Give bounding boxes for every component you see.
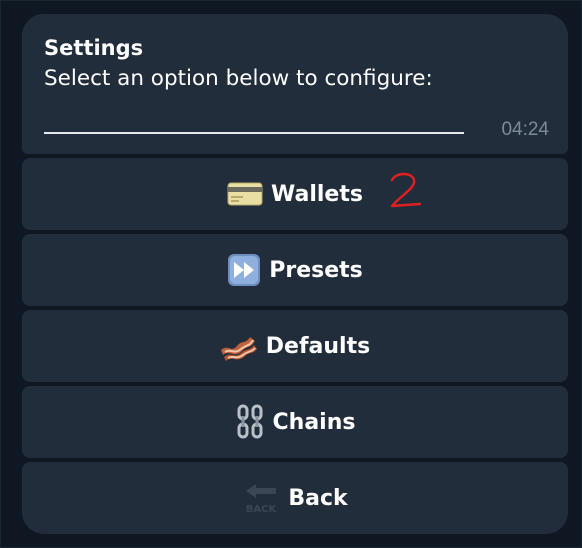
message-divider [44, 132, 464, 134]
message-text: Select an option below to configure: [44, 66, 433, 91]
settings-message: Settings Select an option below to confi… [22, 14, 568, 154]
defaults-button[interactable]: Defaults [22, 310, 568, 382]
credit-card-icon [227, 181, 263, 207]
annotation-scribble [386, 170, 426, 214]
wallets-label: Wallets [271, 181, 363, 207]
presets-button[interactable]: Presets [22, 234, 568, 306]
back-label: Back [288, 485, 348, 511]
chains-button[interactable]: Chains [22, 386, 568, 458]
back-arrow-icon: BACK [242, 481, 280, 515]
presets-label: Presets [269, 257, 363, 283]
chains-label: Chains [272, 409, 356, 435]
message-timestamp: 04:24 [501, 119, 549, 140]
fast-forward-icon [227, 253, 261, 287]
bacon-icon [220, 329, 258, 363]
wallets-button[interactable]: Wallets [22, 158, 568, 230]
svg-text:BACK: BACK [246, 504, 278, 515]
message-title: Settings [44, 36, 144, 60]
defaults-label: Defaults [265, 333, 371, 359]
back-button[interactable]: BACK Back [22, 462, 568, 534]
chain-icon [235, 404, 265, 440]
